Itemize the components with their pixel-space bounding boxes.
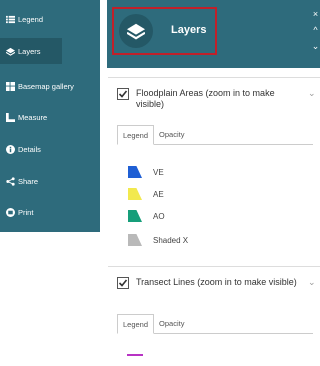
legend-label: Shaded X xyxy=(153,235,189,245)
tab-legend[interactable]: Legend xyxy=(117,314,155,334)
tab-legend[interactable]: Legend xyxy=(117,125,155,145)
legend-item: VE xyxy=(128,165,164,179)
layer-title: Floodplain Areas (zoom in to make visibl… xyxy=(136,88,275,109)
panel-title: Layers xyxy=(171,24,207,36)
chevron-down-icon[interactable]: ⌄ xyxy=(311,40,320,52)
legend-item: Shaded X xyxy=(128,233,188,247)
legend-item: AO xyxy=(128,209,165,223)
layer-tabs: Legend Opacity xyxy=(117,314,313,334)
sidebar-item-label: Measure xyxy=(18,112,48,122)
print-icon xyxy=(5,207,15,217)
legend-line-swatch xyxy=(127,354,143,356)
legend-swatch-ao xyxy=(128,210,142,222)
ruler-icon xyxy=(5,112,15,122)
divider xyxy=(108,266,320,267)
divider xyxy=(108,77,320,78)
sidebar-item-legend[interactable]: Legend xyxy=(0,6,100,32)
share-icon xyxy=(5,176,15,186)
sidebar-item-share[interactable]: Share xyxy=(0,168,100,194)
sidebar-item-layers[interactable]: Layers xyxy=(0,38,62,64)
sidebar-item-label: Details xyxy=(18,144,41,154)
layers-icon xyxy=(119,14,153,48)
sidebar-item-label: Layers xyxy=(18,46,41,56)
sidebar-item-label: Legend xyxy=(18,14,44,24)
grid-icon xyxy=(5,81,15,91)
list-icon xyxy=(5,14,15,24)
chevron-down-icon[interactable]: ⌄ xyxy=(308,88,316,99)
chevron-down-icon[interactable]: ⌄ xyxy=(308,277,316,288)
sidebar-item-details[interactable]: Details xyxy=(0,136,100,162)
info-icon xyxy=(5,144,15,154)
sidebar-item-measure[interactable]: Measure xyxy=(0,104,100,130)
sidebar: Legend Layers Basemap gallery Measure De… xyxy=(0,0,100,232)
sidebar-item-print[interactable]: Print xyxy=(0,199,100,225)
layer-visibility-checkbox[interactable] xyxy=(117,88,129,100)
legend-swatch-ve xyxy=(128,166,142,178)
layers-icon xyxy=(5,46,15,56)
legend-label: VE xyxy=(153,167,164,177)
chevron-up-icon[interactable]: ^ xyxy=(311,24,320,36)
sidebar-item-label: Basemap gallery xyxy=(18,81,74,91)
close-icon[interactable]: × xyxy=(311,8,320,20)
tab-opacity[interactable]: Opacity xyxy=(154,125,189,145)
layer-visibility-checkbox[interactable] xyxy=(117,277,129,289)
legend-label: AO xyxy=(153,211,165,221)
layer-title: Transect Lines (zoom in to make visible) xyxy=(136,277,297,287)
sidebar-item-basemap-gallery[interactable]: Basemap gallery xyxy=(0,73,100,99)
legend-swatch-shaded-x xyxy=(128,234,142,246)
tab-opacity[interactable]: Opacity xyxy=(154,314,189,334)
layer-tabs: Legend Opacity xyxy=(117,125,313,145)
sidebar-item-label: Print xyxy=(18,207,34,217)
sidebar-item-label: Share xyxy=(18,176,39,186)
layers-header-highlight: Layers xyxy=(112,7,217,55)
legend-item: AE xyxy=(128,187,164,201)
legend-label: AE xyxy=(153,189,164,199)
legend-swatch-ae xyxy=(128,188,142,200)
